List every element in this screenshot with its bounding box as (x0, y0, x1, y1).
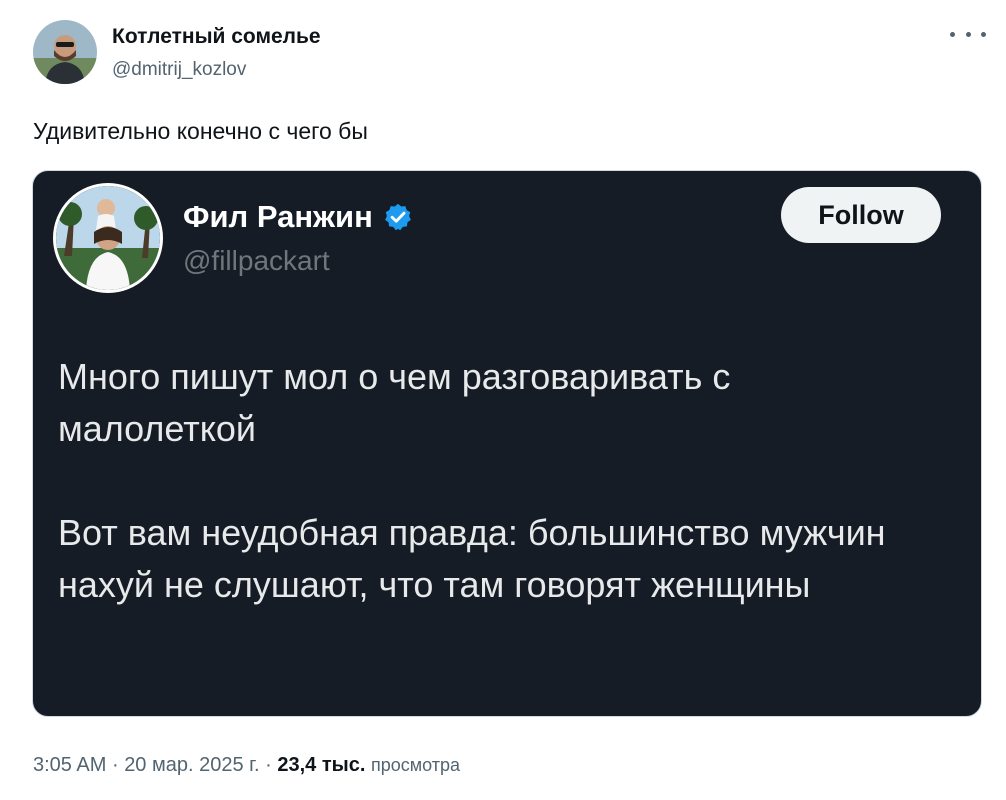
embedded-author-name[interactable]: Фил Ранжин (183, 199, 373, 235)
post-time[interactable]: 3:05 AM (33, 754, 106, 776)
views-label: просмотра (370, 755, 460, 775)
verified-badge-icon (384, 203, 411, 231)
author-handle[interactable]: @dmitrij_kozlov (112, 59, 246, 81)
author-avatar[interactable] (33, 20, 97, 84)
dot (965, 31, 971, 37)
embedded-post-body: Много пишут мол о чем разговаривать с ма… (58, 351, 938, 611)
embedded-author-handle[interactable]: @fillpackart (183, 245, 330, 277)
views-count[interactable]: 23,4 тыс. (277, 754, 365, 776)
author-name[interactable]: Котлетный сомелье (112, 25, 321, 49)
dot (981, 31, 986, 37)
dot (950, 31, 955, 37)
embedded-author-row: Фил Ранжин (183, 199, 413, 235)
post-meta: 3:05 AM · 20 мар. 2025 г. · 23,4 тыс. пр… (33, 754, 460, 777)
embedded-author-avatar[interactable] (53, 183, 163, 293)
post-text: Удивительно конечно с чего бы (33, 118, 368, 144)
follow-button[interactable]: Follow (781, 187, 941, 243)
embedded-paragraph-2: Вот вам неудобная правда: большинство му… (58, 512, 886, 605)
meta-separator: · (111, 754, 119, 776)
avatar-photo-icon (33, 20, 97, 84)
more-options-icon[interactable] (950, 28, 986, 40)
avatar-photo-icon (56, 186, 160, 290)
embedded-post-card[interactable]: Фил Ранжин @fillpackart Follow Много пиш… (32, 170, 982, 717)
meta-separator: · (265, 754, 272, 776)
post-date[interactable]: 20 мар. 2025 г. (124, 754, 259, 776)
embedded-paragraph-1: Много пишут мол о чем разговаривать с ма… (58, 356, 731, 449)
